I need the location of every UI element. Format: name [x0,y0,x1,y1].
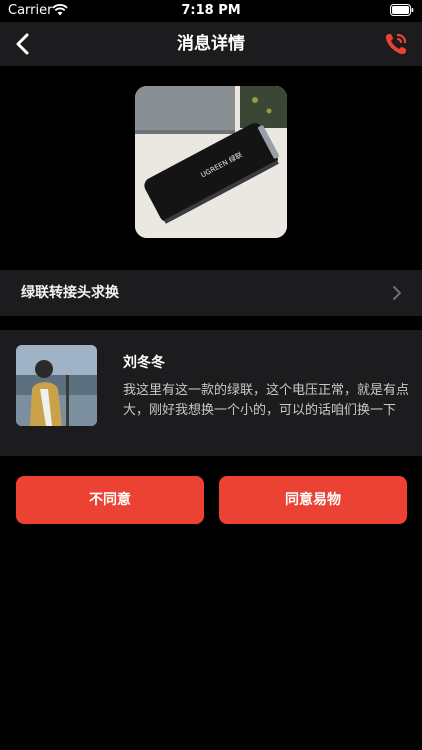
avatar[interactable] [16,345,97,426]
message-text: 我这里有这一款的绿联，这个电压正常，就是有点大，刚好我想换一个小的，可以的话咱们… [123,383,410,418]
status-bar: Carrier 7:18 PM [0,0,422,22]
call-button[interactable] [382,30,410,58]
accept-exchange-button[interactable]: 同意易物 [219,476,407,524]
sender-name: 刘冬冬 [123,355,165,371]
status-time: 7:18 PM [181,3,241,18]
product-image[interactable]: UGREEN 绿联 [135,86,287,238]
chevron-right-icon [393,286,401,300]
message-card: 刘冬冬 我这里有这一款的绿联，这个电压正常，就是有点大，刚好我想换一个小的，可以… [0,330,422,456]
chevron-left-icon [16,33,29,55]
battery-icon [390,4,414,16]
product-photo: UGREEN 绿联 [135,86,287,238]
avatar-photo [16,345,97,426]
nav-bar: 消息详情 [0,22,422,66]
request-title: 绿联转接头求换 [21,285,119,301]
back-button[interactable] [8,28,40,60]
phone-call-icon [385,33,407,55]
request-row[interactable]: 绿联转接头求换 [0,270,422,316]
page-title: 消息详情 [177,34,245,54]
decline-button[interactable]: 不同意 [16,476,204,524]
